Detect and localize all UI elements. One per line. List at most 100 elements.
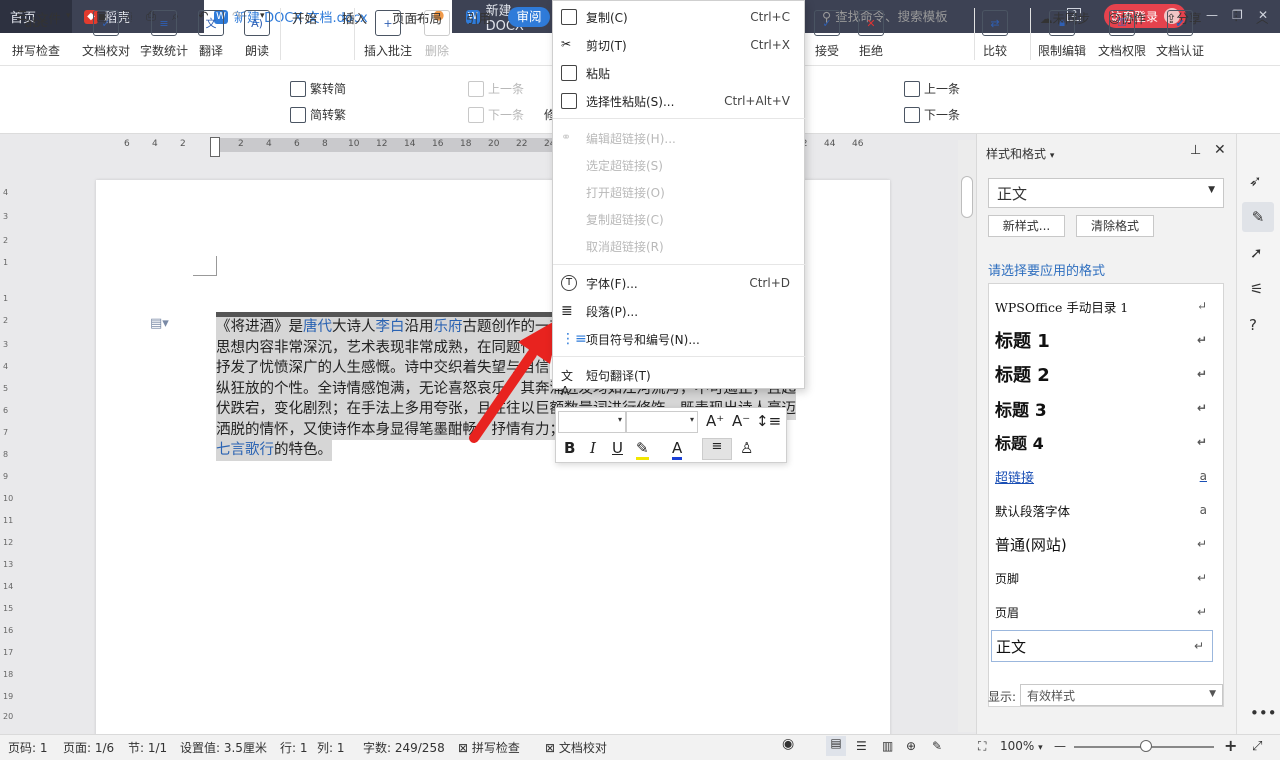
trad-to-simp-button[interactable]: 繁转简	[290, 80, 346, 97]
status-setting[interactable]: 设置值: 3.5厘米	[180, 739, 267, 756]
menu-item-paste[interactable]: 粘贴	[553, 60, 806, 86]
doc-permission-button[interactable]: ⚿ 文档权限	[1098, 10, 1146, 59]
restrict-edit-button[interactable]: 🔒︎ 限制编辑	[1038, 10, 1086, 59]
tab-references[interactable]: 引用	[466, 8, 491, 27]
writing-mode-icon[interactable]: ✎	[932, 739, 942, 753]
scrollbar-thumb[interactable]	[961, 176, 973, 218]
more-dots-icon[interactable]: •••	[1250, 704, 1277, 722]
style-item-h4[interactable]: 标题 4 ↵	[995, 426, 1215, 458]
menu-item-select-link[interactable]: 选定超链接(S)	[553, 152, 806, 178]
hyperlink[interactable]: 唐代	[303, 319, 332, 335]
tab-review[interactable]: 审阅	[508, 7, 550, 27]
style-item-default-font[interactable]: 默认段落字体 a	[995, 494, 1215, 526]
style-item-h2[interactable]: 标题 2 ↵	[995, 358, 1215, 390]
format-painter-icon[interactable]: ♙	[740, 439, 753, 457]
status-page-code[interactable]: 页码: 1	[8, 739, 48, 756]
paragraph-handle-icon[interactable]: ▤▾	[150, 316, 169, 331]
menu-item-copy-link[interactable]: 复制超链接(C)	[553, 206, 806, 232]
hyperlink[interactable]: 李白	[376, 319, 405, 335]
read-aloud-button[interactable]: A) 朗读	[244, 10, 270, 59]
menu-item-cut[interactable]: ✂ 剪切(T) Ctrl+X	[553, 32, 806, 58]
shrink-font-button[interactable]: A⁻	[732, 412, 750, 430]
tab-start[interactable]: 开始	[292, 8, 317, 27]
menu-item-open-link[interactable]: 打开超链接(O)	[553, 179, 806, 205]
hyperlink[interactable]: 七言歌行	[216, 442, 274, 458]
minimize-icon[interactable]: —	[1206, 8, 1218, 22]
spell-check-button[interactable]: abc 拼写检查	[12, 10, 60, 59]
font-color-button[interactable]: A	[672, 439, 683, 460]
style-item-footer[interactable]: 页脚 ↵	[995, 562, 1215, 594]
style-item-hyperlink[interactable]: 超链接 a	[995, 460, 1215, 492]
menu-item-font[interactable]: T 字体(F)... Ctrl+D	[553, 270, 806, 296]
proofread-button[interactable]: ✓ 文档校对	[82, 10, 130, 59]
menu-item-translate[interactable]: 文A 短句翻译(T)	[553, 362, 806, 399]
read-mode-icon[interactable]: ▥	[882, 739, 893, 753]
eye-protection-icon[interactable]: ◉	[782, 736, 794, 752]
next-comment-button[interactable]: 下一条	[468, 106, 524, 123]
status-spell-check[interactable]: ⊠ 拼写检查	[458, 739, 520, 756]
status-proofread[interactable]: ⊠ 文档校对	[545, 739, 607, 756]
close-pane-icon[interactable]: ✕	[1214, 142, 1226, 158]
adjust-icon[interactable]: ⚟	[1250, 280, 1263, 298]
more-icon[interactable]: ⋮	[1230, 8, 1243, 23]
word-count-button[interactable]: ≡ 字数统计	[140, 10, 188, 59]
redo-icon[interactable]: ↷	[232, 8, 242, 23]
status-col[interactable]: 列: 1	[317, 739, 345, 756]
select-cursor-icon[interactable]: ➚	[1250, 244, 1263, 262]
translate-button[interactable]: 文翻译	[198, 10, 224, 59]
zoom-slider-handle[interactable]	[1140, 740, 1152, 752]
font-size-select[interactable]: ▾	[626, 411, 698, 433]
status-section[interactable]: 节: 1/1	[128, 739, 167, 756]
accept-button[interactable]: ✓ 接受	[814, 10, 840, 59]
menu-item-bullets[interactable]: ⋮≡ 项目符号和编号(N)...	[553, 326, 806, 352]
next-change-button[interactable]: 下一条	[904, 106, 960, 123]
zoom-out-icon[interactable]: —	[1054, 739, 1066, 753]
doc-cert-button[interactable]: ✔ 文档认证	[1156, 10, 1204, 59]
pin-icon[interactable]: ⊥	[1190, 143, 1201, 158]
clear-format-button[interactable]: 清除格式	[1076, 215, 1154, 237]
current-style-select[interactable]: 正文 ▼	[988, 178, 1224, 208]
collapse-ribbon-icon[interactable]: ︿	[1256, 8, 1269, 27]
outline-view-icon[interactable]: ☰	[856, 739, 867, 753]
prev-comment-button[interactable]: 上一条	[468, 80, 524, 97]
style-item-h1[interactable]: 标题 1 ↵	[995, 324, 1215, 356]
web-view-icon[interactable]: ⊕	[906, 739, 916, 753]
fullscreen-icon[interactable]: ⤢	[1252, 739, 1262, 754]
simp-to-trad-button[interactable]: 简转繁	[290, 106, 346, 123]
prev-change-button[interactable]: 上一条	[904, 80, 960, 97]
status-row[interactable]: 行: 1	[280, 739, 308, 756]
chevron-down-icon[interactable]: ▾	[1050, 151, 1055, 161]
status-page[interactable]: 页面: 1/6	[63, 739, 114, 756]
reject-button[interactable]: ✕ 拒绝	[858, 10, 884, 59]
highlight-icon[interactable]: ✎	[636, 439, 649, 460]
delete-comment-button[interactable]: 删除	[424, 10, 450, 59]
menu-item-remove-link[interactable]: 取消超链接(R)	[553, 233, 806, 259]
show-filter-select[interactable]: 有效样式 ▼	[1020, 684, 1223, 706]
grow-font-button[interactable]: A⁺	[706, 412, 724, 430]
zoom-level[interactable]: 100% ▾	[1000, 739, 1043, 753]
vertical-scrollbar[interactable]	[958, 140, 976, 732]
chevron-down-icon[interactable]: ▾	[66, 11, 71, 21]
style-pen-icon[interactable]: ✎	[1242, 202, 1274, 232]
status-chars[interactable]: 字数: 249/258	[363, 739, 445, 756]
style-item-web[interactable]: 普通(网站) ↵	[995, 528, 1215, 560]
compare-button[interactable]: ⇄ 比较	[982, 10, 1008, 59]
menu-item-copy[interactable]: 复制(C) Ctrl+C	[553, 4, 806, 30]
menu-item-paragraph[interactable]: ≣ 段落(P)...	[553, 298, 806, 324]
zoom-in-icon[interactable]: +	[1224, 736, 1237, 755]
insert-comment-button[interactable]: + 插入批注	[364, 10, 412, 59]
menu-item-edit-link[interactable]: ⚭ 编辑超链接(H)...	[553, 125, 806, 151]
underline-button[interactable]: U	[612, 439, 623, 457]
help-icon[interactable]: ?	[1249, 316, 1257, 334]
menu-item-paste-special[interactable]: 选择性粘贴(S)... Ctrl+Alt+V	[553, 88, 806, 114]
align-icon[interactable]: ≡	[702, 438, 732, 460]
fit-page-icon[interactable]: ⛶	[978, 739, 986, 754]
style-item-toc1[interactable]: WPSOffice 手动目录 1 ↵	[995, 290, 1215, 322]
style-item-h3[interactable]: 标题 3 ↵	[995, 392, 1215, 424]
style-item-header[interactable]: 页眉 ↵	[995, 596, 1215, 628]
style-item-body-selected[interactable]: 正文 ↵	[991, 630, 1213, 662]
rocket-icon[interactable]: ➶	[1249, 172, 1262, 190]
line-spacing-icon[interactable]: ↕≡	[756, 412, 781, 430]
page-view-icon[interactable]: ▤	[826, 736, 846, 756]
indent-marker[interactable]	[210, 137, 220, 157]
